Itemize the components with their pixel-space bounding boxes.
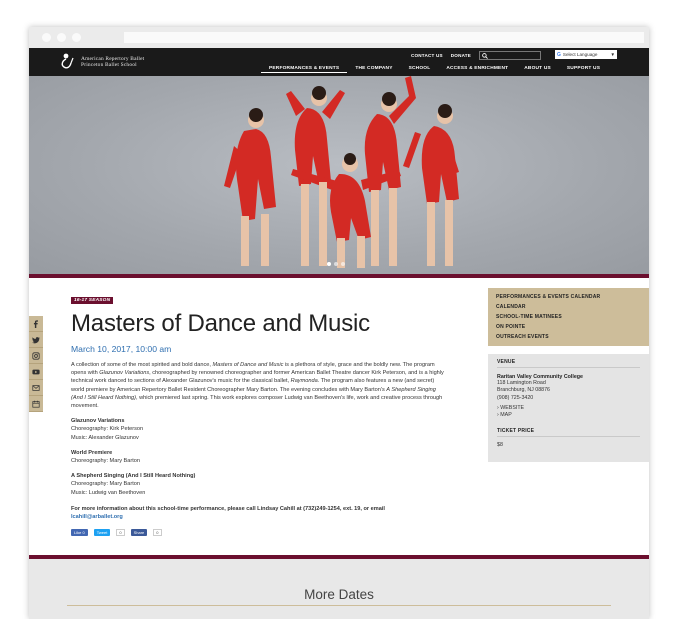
sidebar-menu: PERFORMANCES & EVENTS CALENDAR CALENDAR … <box>488 288 649 346</box>
venue-website-link[interactable]: › WEBSITE <box>497 405 640 412</box>
mail-icon[interactable] <box>29 380 43 396</box>
event-sidebar: PERFORMANCES & EVENTS CALENDAR CALENDAR … <box>488 288 649 462</box>
utility-nav: CONTACT US DONATE <box>411 51 542 60</box>
piece-credit: Music: Alexander Glazunov <box>71 434 139 441</box>
sidebar-item-outreach-events[interactable]: OUTREACH EVENTS <box>496 332 641 342</box>
dancer-logo-icon <box>61 53 74 69</box>
window-minimize-dot[interactable] <box>57 33 66 42</box>
chevron-down-icon: ▼ <box>610 52 615 57</box>
logo-line-2: Princeton Ballet School <box>81 62 137 68</box>
youtube-icon[interactable] <box>29 364 43 380</box>
italic-title: Glazunov Variations <box>99 370 150 377</box>
calendar-icon[interactable] <box>29 396 43 412</box>
venue-map-label: MAP <box>500 412 512 419</box>
event-date: March 10, 2017, 10:00 am <box>71 344 172 354</box>
window-maximize-dot[interactable] <box>72 33 81 42</box>
piece-title: Glazunov Variations <box>71 418 125 425</box>
chevron-right-icon: › <box>497 405 499 412</box>
main-nav: PERFORMANCES & EVENTS THE COMPANY SCHOOL… <box>261 66 608 73</box>
sidebar-item-performances-calendar[interactable]: PERFORMANCES & EVENTS CALENDAR <box>496 292 641 302</box>
italic-title: Raymonda <box>290 378 318 385</box>
contact-info: For more information about this school-t… <box>71 505 447 521</box>
donate-link[interactable]: DONATE <box>451 53 471 58</box>
piece-credit: Music: Ludwig van Beethoven <box>71 489 146 496</box>
italic-title: A Shepherd Singing (And I Still Heard No… <box>71 386 436 401</box>
search-input[interactable] <box>479 51 542 60</box>
contact-email-link[interactable]: lcahill@arballet.org <box>71 514 123 520</box>
facebook-share-button[interactable]: Share <box>130 529 148 537</box>
piece-title: A Shepherd Singing (And I Still Heard No… <box>71 473 196 480</box>
program-piece: A Shepherd Singing (And I Still Heard No… <box>71 472 447 497</box>
venue-address-line: Branchburg, NJ 08876 <box>497 387 551 394</box>
ticket-price: $8 <box>497 441 503 448</box>
piece-title: World Premiere <box>71 449 113 456</box>
more-dates-divider <box>67 605 611 606</box>
nav-performances-events[interactable]: PERFORMANCES & EVENTS <box>261 66 348 73</box>
sidebar-item-on-pointe[interactable]: ON POINTE <box>496 322 641 332</box>
share-count: 0 <box>153 529 162 537</box>
tweet-count: 0 <box>116 529 125 537</box>
browser-toolbar <box>29 27 649 48</box>
event-main: 16-17 SEASON Masters of Dance and Music … <box>71 288 447 537</box>
nav-access-enrichment[interactable]: ACCESS & ENRICHMENT <box>438 66 516 73</box>
piece-credit: Choreography: Mary Barton <box>71 458 141 465</box>
more-dates-heading: More Dates <box>304 587 374 602</box>
site-logo[interactable]: American Repertory Ballet Princeton Ball… <box>59 52 144 72</box>
venue-heading: VENUE <box>497 359 640 368</box>
contact-us-link[interactable]: CONTACT US <box>411 53 443 58</box>
ticket-price-heading: TICKET PRICE <box>497 428 640 437</box>
social-share-bar <box>29 316 43 412</box>
event-description: A collection of some of the most spirite… <box>71 362 444 410</box>
hero-dancers-image <box>224 76 459 268</box>
venue-info: VENUE Raritan Valley Community College 1… <box>488 354 649 462</box>
event-content: 16-17 SEASON Masters of Dance and Music … <box>29 278 649 556</box>
hero-banner <box>29 76 649 274</box>
sidebar-item-school-time-matinees[interactable]: SCHOOL-TIME MATINEES <box>496 312 641 322</box>
facebook-like-button[interactable]: Like 0 <box>71 529 88 537</box>
chevron-right-icon: › <box>497 412 499 419</box>
carousel-dots <box>327 262 345 266</box>
nav-school[interactable]: SCHOOL <box>401 66 439 73</box>
event-title: Masters of Dance and Music <box>71 310 370 337</box>
browser-window: American Repertory Ballet Princeton Ball… <box>29 27 649 619</box>
venue-phone: (908) 725-3420 <box>497 394 534 401</box>
nav-about-us[interactable]: ABOUT US <box>516 66 559 73</box>
tweet-button[interactable]: Tweet <box>93 529 111 537</box>
google-translate-icon: G <box>557 51 561 58</box>
carousel-dot[interactable] <box>334 262 338 266</box>
nav-support-us[interactable]: SUPPORT US <box>559 66 608 73</box>
window-close-dot[interactable] <box>42 33 51 42</box>
piece-credit: Choreography: Kirk Peterson <box>71 426 144 433</box>
facebook-icon[interactable] <box>29 316 43 332</box>
address-bar[interactable] <box>124 32 644 43</box>
venue-map-link[interactable]: › MAP <box>497 412 640 419</box>
italic-title: Masters of Dance and Music <box>212 362 284 368</box>
season-tag[interactable]: 16-17 SEASON <box>71 297 114 304</box>
search-icon <box>482 53 488 59</box>
share-buttons: Like 0 Tweet 0 Share 0 <box>71 529 447 537</box>
carousel-dot[interactable] <box>327 262 331 266</box>
carousel-dot[interactable] <box>341 262 345 266</box>
twitter-icon[interactable] <box>29 332 43 348</box>
program-piece: Glazunov Variations Choreography: Kirk P… <box>71 417 447 442</box>
instagram-icon[interactable] <box>29 348 43 364</box>
sidebar-item-calendar[interactable]: CALENDAR <box>496 302 641 312</box>
language-select-label: Select Language <box>562 52 598 57</box>
venue-address-line: 118 Lamington Road <box>497 380 546 386</box>
venue-website-label: WEBSITE <box>500 405 525 412</box>
program-piece: World Premiere Choreography: Mary Barton <box>71 449 447 465</box>
nav-the-company[interactable]: THE COMPANY <box>347 66 400 73</box>
piece-credit: Choreography: Mary Barton <box>71 481 141 488</box>
site-header: American Repertory Ballet Princeton Ball… <box>29 48 649 76</box>
language-select[interactable]: G Select Language ▼ <box>555 50 617 59</box>
more-dates-section: More Dates <box>29 559 649 619</box>
contact-text: For more information about this school-t… <box>71 505 385 512</box>
